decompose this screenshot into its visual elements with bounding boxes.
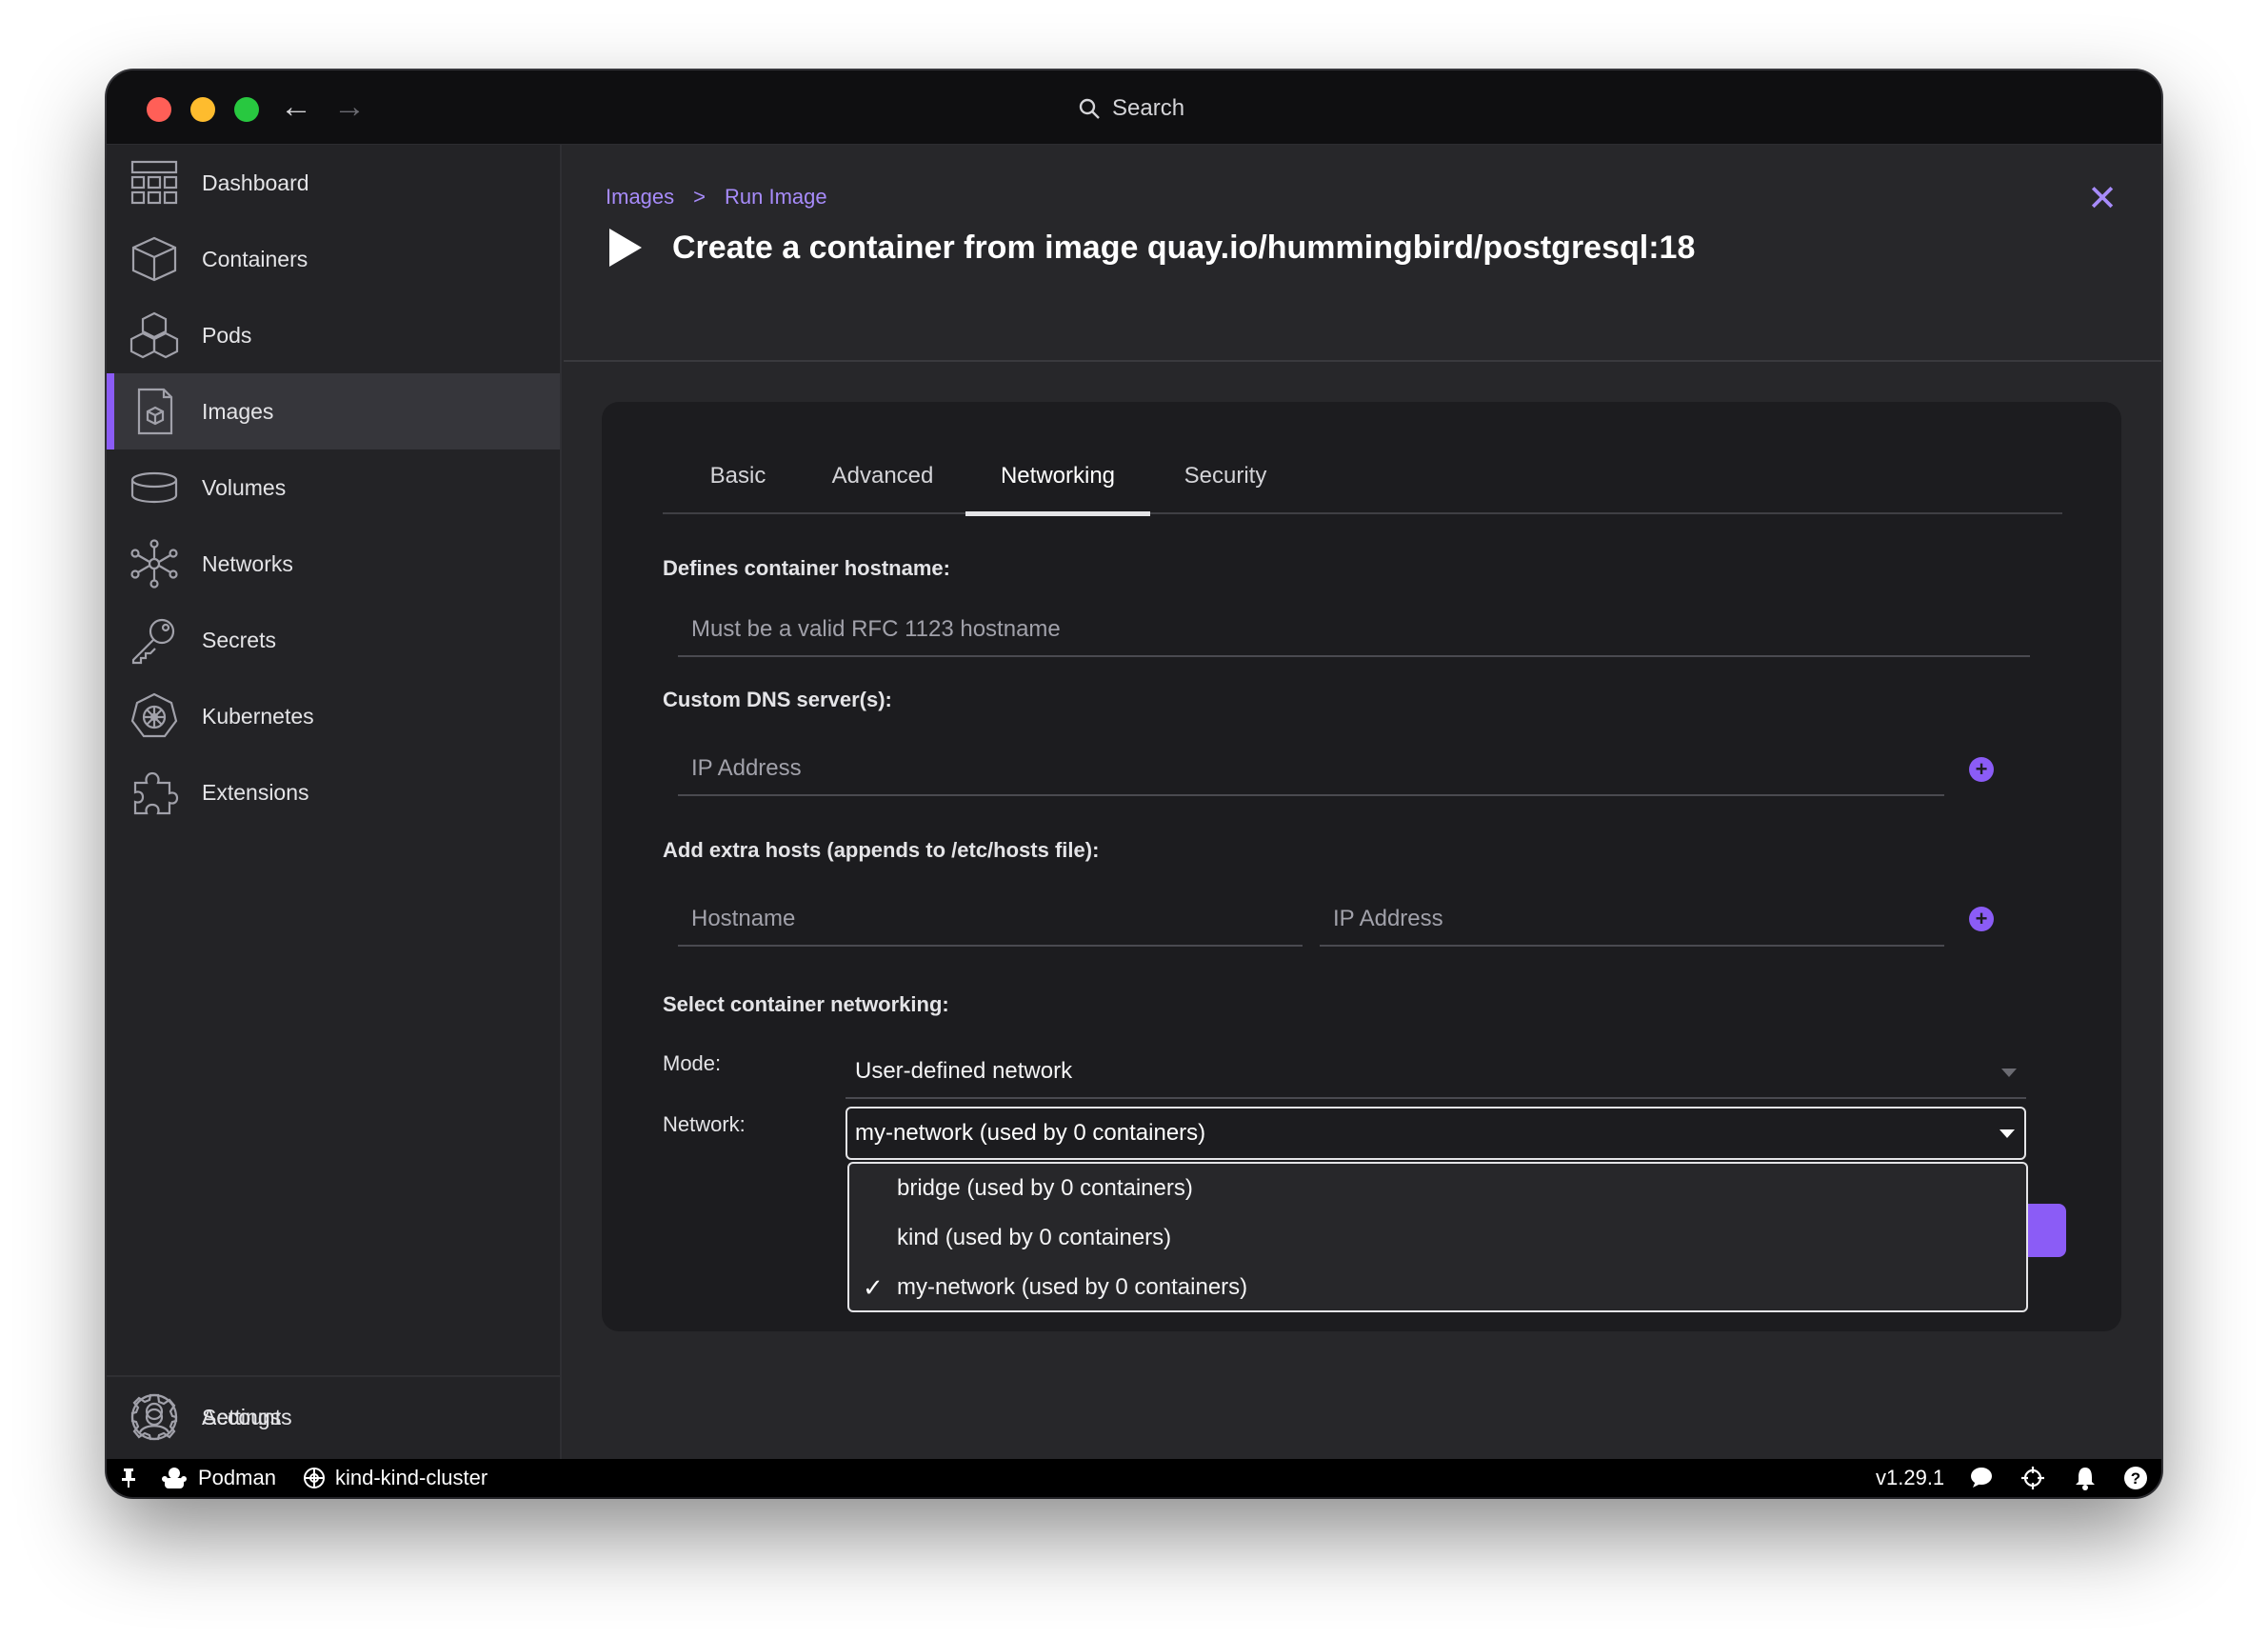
sidebar-item-extensions[interactable]: Extensions bbox=[107, 754, 560, 830]
image-icon bbox=[137, 388, 173, 435]
sidebar-item-dashboard[interactable]: Dashboard bbox=[107, 145, 560, 221]
sidebar-item-networks[interactable]: Networks bbox=[107, 526, 560, 602]
sidebar-divider bbox=[107, 1375, 560, 1377]
crosshair-icon[interactable] bbox=[2020, 1459, 2045, 1497]
sidebar-item-label: Dashboard bbox=[202, 170, 309, 195]
sidebar-item-label: Secrets bbox=[202, 627, 276, 652]
play-icon bbox=[609, 229, 642, 267]
chevron-down-icon bbox=[2001, 1069, 2017, 1077]
hostname-label: Defines container hostname: bbox=[663, 556, 950, 580]
sidebar-item-containers[interactable]: Containers bbox=[107, 221, 560, 297]
svg-text:?: ? bbox=[2131, 1469, 2140, 1488]
search-bar[interactable]: Search bbox=[1078, 91, 1184, 126]
option-label: bridge (used by 0 containers) bbox=[897, 1175, 1193, 1201]
context-label: kind-kind-cluster bbox=[335, 1466, 488, 1489]
page-header: Create a container from image quay.io/hu… bbox=[606, 227, 1695, 269]
gear-icon bbox=[130, 1393, 178, 1441]
network-option-my-network[interactable]: ✓ my-network (used by 0 containers) bbox=[849, 1263, 2026, 1310]
network-label: Network: bbox=[663, 1112, 746, 1136]
engine-label: Podman bbox=[198, 1466, 276, 1489]
extra-hosts-label: Add extra hosts (appends to /etc/hosts f… bbox=[663, 838, 1100, 862]
sidebar-item-label: Images bbox=[202, 398, 274, 424]
sidebar-item-label: Containers bbox=[202, 246, 308, 271]
back-arrow-icon[interactable]: ← bbox=[280, 88, 312, 126]
tab-bar: Basic Advanced Networking Security bbox=[663, 457, 2062, 516]
podman-status[interactable]: Podman bbox=[160, 1459, 276, 1497]
sidebar-item-settings[interactable]: Settings bbox=[107, 1379, 560, 1455]
breadcrumb: Images > Run Image bbox=[606, 185, 827, 210]
sidebar-item-kubernetes[interactable]: Kubernetes bbox=[107, 678, 560, 754]
tab-networking[interactable]: Networking bbox=[965, 457, 1150, 516]
network-dropdown: bridge (used by 0 containers) kind (used… bbox=[847, 1162, 2028, 1312]
header-divider bbox=[564, 360, 2161, 362]
kubernetes-icon bbox=[304, 1468, 325, 1488]
version-label: v1.29.1 bbox=[1876, 1466, 1945, 1489]
networking-label: Select container networking: bbox=[663, 992, 949, 1016]
breadcrumb-images-link[interactable]: Images bbox=[606, 185, 674, 210]
network-icon bbox=[130, 539, 178, 589]
breadcrumb-current: Run Image bbox=[725, 185, 827, 209]
minimize-window-button[interactable] bbox=[190, 97, 215, 122]
network-option-bridge[interactable]: bridge (used by 0 containers) bbox=[849, 1164, 2026, 1213]
extra-host-hostname-input[interactable]: Hostname bbox=[678, 893, 1303, 947]
sidebar-item-label: Networks bbox=[202, 550, 293, 576]
dns-label: Custom DNS server(s): bbox=[663, 688, 892, 711]
bell-icon[interactable] bbox=[2074, 1459, 2097, 1497]
key-icon bbox=[131, 618, 175, 665]
sidebar-item-label: Kubernetes bbox=[202, 703, 314, 729]
dashboard-icon bbox=[130, 160, 178, 205]
container-icon bbox=[131, 236, 177, 282]
sidebar-item-volumes[interactable]: Volumes bbox=[107, 449, 560, 526]
sidebar-item-images[interactable]: Images bbox=[107, 373, 560, 449]
sidebar-item-label: Pods bbox=[202, 322, 252, 348]
page-title: Create a container from image quay.io/hu… bbox=[672, 229, 1696, 266]
puzzle-icon bbox=[133, 771, 179, 815]
pods-icon bbox=[129, 311, 179, 359]
tab-security[interactable]: Security bbox=[1150, 457, 1301, 514]
status-bar: Podman kind-kind-cluster v1.29.1 ? bbox=[107, 1459, 2161, 1497]
chevron-down-icon bbox=[1999, 1129, 2015, 1138]
kube-context-status[interactable]: kind-kind-cluster bbox=[303, 1459, 487, 1497]
chat-icon[interactable] bbox=[1969, 1459, 1994, 1497]
extra-host-ip-input[interactable]: IP Address bbox=[1320, 893, 1944, 947]
option-label: kind (used by 0 containers) bbox=[897, 1225, 1172, 1250]
help-icon[interactable]: ? bbox=[2123, 1459, 2148, 1497]
mode-label: Mode: bbox=[663, 1051, 722, 1075]
main-content: Images > Run Image ✕ Create a container … bbox=[564, 145, 2161, 1459]
mode-select-value: User-defined network bbox=[855, 1058, 1073, 1084]
app-window: ← → Search Dashboard Containers Pods Ima… bbox=[107, 70, 2161, 1497]
network-select[interactable]: my-network (used by 0 containers) bbox=[846, 1107, 2026, 1160]
form-card: Basic Advanced Networking Security Defin… bbox=[602, 402, 2121, 1331]
option-label: my-network (used by 0 containers) bbox=[897, 1274, 1248, 1300]
sidebar-item-label: Settings bbox=[202, 1404, 282, 1429]
add-dns-button[interactable]: + bbox=[1969, 757, 1994, 782]
network-select-value: my-network (used by 0 containers) bbox=[855, 1120, 1206, 1146]
mode-select[interactable]: User-defined network bbox=[846, 1046, 2026, 1099]
search-icon bbox=[1079, 98, 1100, 119]
sidebar-item-secrets[interactable]: Secrets bbox=[107, 602, 560, 678]
add-extra-host-button[interactable]: + bbox=[1969, 907, 1994, 931]
title-bar: ← → Search bbox=[107, 70, 2161, 145]
check-icon: ✓ bbox=[863, 1272, 884, 1302]
tab-basic[interactable]: Basic bbox=[663, 457, 813, 514]
sidebar: Dashboard Containers Pods Images Volumes… bbox=[107, 145, 562, 1459]
tab-advanced[interactable]: Advanced bbox=[813, 457, 952, 514]
close-window-button[interactable] bbox=[147, 97, 171, 122]
sidebar-item-pods[interactable]: Pods bbox=[107, 297, 560, 373]
network-option-kind[interactable]: kind (used by 0 containers) bbox=[849, 1213, 2026, 1263]
maximize-window-button[interactable] bbox=[234, 97, 259, 122]
hostname-input[interactable]: Must be a valid RFC 1123 hostname bbox=[678, 604, 2030, 657]
volume-icon bbox=[130, 471, 178, 504]
pin-icon[interactable] bbox=[120, 1459, 137, 1497]
dns-ip-input[interactable]: IP Address bbox=[678, 743, 1944, 796]
search-label: Search bbox=[1112, 95, 1185, 121]
forward-arrow-icon[interactable]: → bbox=[333, 88, 366, 126]
kubernetes-icon bbox=[130, 692, 178, 738]
breadcrumb-separator: > bbox=[693, 185, 706, 209]
sidebar-item-label: Extensions bbox=[202, 779, 309, 805]
close-icon[interactable]: ✕ bbox=[2087, 181, 2118, 217]
podman-icon bbox=[162, 1468, 187, 1488]
sidebar-item-label: Volumes bbox=[202, 474, 287, 500]
